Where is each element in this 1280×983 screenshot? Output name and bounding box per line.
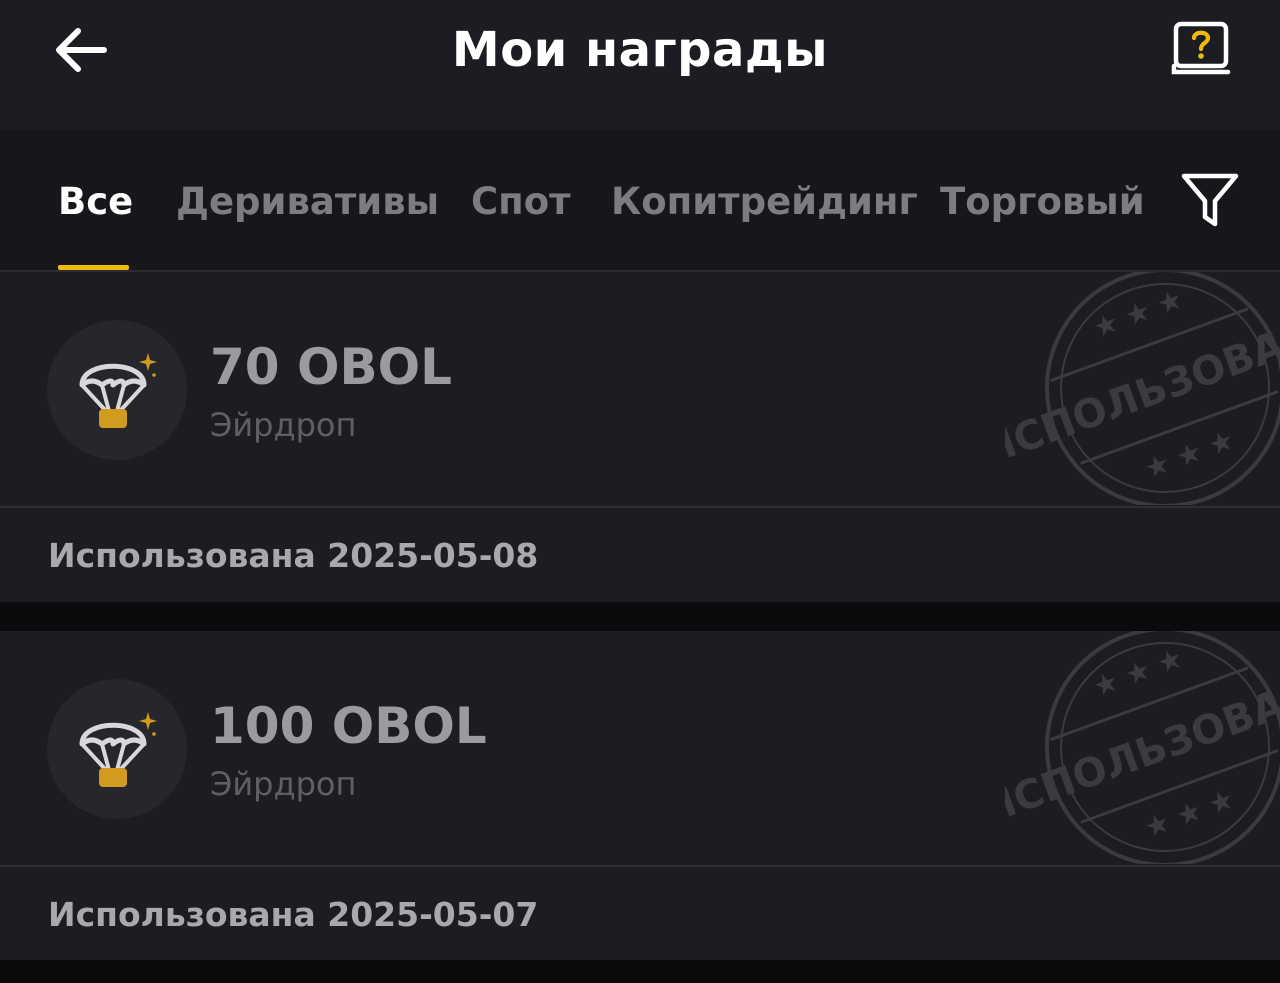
tab-trading[interactable]: Торговый: [940, 180, 1145, 223]
tab-spot[interactable]: Спот: [471, 180, 571, 223]
help-book-icon: [1171, 21, 1231, 75]
used-stamp: ★ ★ ★ ★ ★ ★ ИСПОЛЬЗОВАНО: [1005, 272, 1280, 505]
help-button[interactable]: [1170, 20, 1232, 80]
header: Мои награды: [0, 0, 1280, 130]
tab-all[interactable]: Все: [58, 180, 133, 223]
tab-copytrading[interactable]: Копитрейдинг: [611, 180, 918, 223]
reward-amount: 100 OBOL: [210, 697, 487, 755]
airdrop-parachute-icon: [79, 353, 157, 428]
reward-type: Эйрдроп: [210, 406, 357, 444]
used-stamp: ★ ★ ★ ★ ★ ★ ИСПОЛЬЗОВАНО: [1005, 631, 1280, 864]
filter-button[interactable]: [1178, 170, 1242, 232]
rewards-screen: Мои награды Все Деривативы Спот Копитрей…: [0, 0, 1280, 983]
reward-status: Использована 2025-05-07: [48, 895, 539, 934]
svg-text:★ ★ ★: ★ ★ ★: [1140, 423, 1239, 486]
reward-icon-container: [47, 320, 187, 460]
reward-amount: 70 OBOL: [210, 338, 452, 396]
tab-derivatives[interactable]: Деривативы: [176, 180, 439, 223]
reward-card[interactable]: ★ ★ ★ ★ ★ ★ ИСПОЛЬЗОВАНО 70 OBOL Эйрдроп…: [0, 272, 1280, 602]
reward-icon-container: [47, 679, 187, 819]
reward-type: Эйрдроп: [210, 765, 357, 803]
card-divider: [0, 506, 1280, 508]
tabs-bar: Все Деривативы Спот Копитрейдинг Торговы…: [0, 130, 1280, 270]
airdrop-parachute-icon: [79, 712, 157, 787]
reward-card[interactable]: ★ ★ ★ ★ ★ ★ ИСПОЛЬЗОВАНО 100 OBOL Эйрдро…: [0, 631, 1280, 960]
card-divider: [0, 865, 1280, 867]
reward-status: Использована 2025-05-08: [48, 536, 539, 575]
svg-text:★ ★ ★: ★ ★ ★: [1140, 782, 1239, 845]
page-title: Мои награды: [451, 22, 829, 78]
filter-funnel-icon: [1181, 173, 1239, 227]
